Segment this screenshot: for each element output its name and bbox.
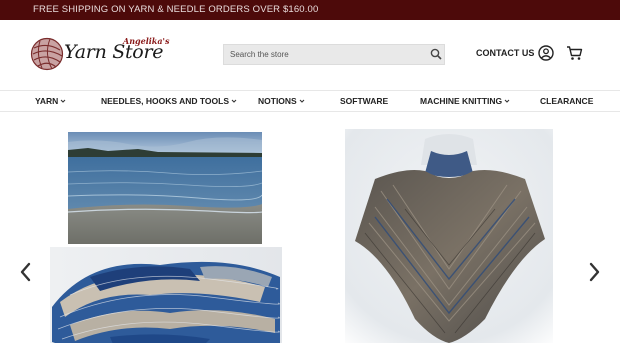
- hero-carousel: [0, 112, 620, 343]
- nav-item-label: MACHINE KNITTING: [420, 96, 503, 106]
- account-icon[interactable]: [538, 45, 554, 61]
- chevron-left-icon[interactable]: [18, 261, 32, 283]
- search-input[interactable]: [224, 45, 424, 64]
- knitted-shawl-photo[interactable]: [345, 129, 553, 343]
- cart-icon[interactable]: [566, 45, 583, 61]
- nav-item-clearance[interactable]: CLEARANCE: [540, 96, 593, 106]
- nav-item-label: SOFTWARE: [340, 96, 389, 106]
- nav-item-needles-hooks-tools[interactable]: NEEDLES, HOOKS AND TOOLS: [101, 96, 237, 106]
- search-icon[interactable]: [430, 48, 442, 60]
- nav-item-notions[interactable]: NOTIONS: [258, 96, 305, 106]
- chevron-down-icon: [504, 99, 510, 103]
- yarn-skein-photo[interactable]: [50, 247, 282, 343]
- yarn-ball-logo-icon: [30, 37, 64, 71]
- contact-us-link[interactable]: CONTACT US: [476, 48, 534, 58]
- nav-item-software[interactable]: SOFTWARE: [340, 96, 388, 106]
- store-logo[interactable]: Angelika's Yarn Store: [30, 36, 169, 76]
- nav-item-label: YARN: [35, 96, 59, 106]
- sea-shore-photo[interactable]: [68, 132, 262, 244]
- nav-item-yarn[interactable]: YARN: [35, 96, 66, 106]
- logo-title: Yarn Store: [64, 41, 164, 63]
- promo-text: FREE SHIPPING ON YARN & NEEDLE ORDERS OV…: [33, 4, 319, 15]
- chevron-down-icon: [60, 99, 66, 103]
- search-box: [223, 44, 445, 65]
- chevron-right-icon[interactable]: [588, 261, 602, 283]
- nav-item-label: NOTIONS: [258, 96, 297, 106]
- site-header: Angelika's Yarn Store CONTACT US: [0, 20, 620, 90]
- nav-item-machine-knitting[interactable]: MACHINE KNITTING: [420, 96, 510, 106]
- chevron-down-icon: [231, 99, 237, 103]
- nav-item-label: NEEDLES, HOOKS AND TOOLS: [101, 96, 229, 106]
- chevron-down-icon: [299, 99, 305, 103]
- main-nav: YARN NEEDLES, HOOKS AND TOOLS NOTIONS SO…: [0, 90, 620, 112]
- nav-item-label: CLEARANCE: [540, 96, 594, 106]
- promo-bar: FREE SHIPPING ON YARN & NEEDLE ORDERS OV…: [0, 0, 620, 20]
